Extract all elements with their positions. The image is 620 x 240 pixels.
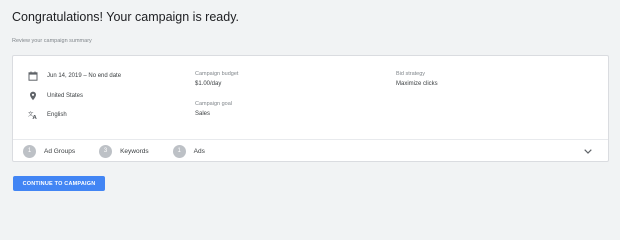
- card-divider: [13, 139, 608, 140]
- language-row: 文 A English: [28, 110, 67, 120]
- bid-strategy-label: Bid strategy: [396, 71, 426, 77]
- count-label: Ad Groups: [44, 147, 76, 155]
- svg-text:A: A: [33, 115, 38, 120]
- bid-strategy-value: Maximize clicks: [396, 81, 438, 87]
- budget-value: $1.00/day: [195, 81, 222, 87]
- page-title: Congratulations! Your campaign is ready.: [12, 10, 239, 24]
- date-range-text: Jun 14, 2019 – No end date: [47, 73, 122, 79]
- page-subtitle: Review your campaign summary: [12, 38, 92, 44]
- location-row: United States: [28, 91, 83, 101]
- count-badge: 1: [23, 144, 36, 158]
- chevron-down-icon[interactable]: [584, 147, 592, 155]
- budget-label: Campaign budget: [195, 71, 239, 77]
- count-label: Keywords: [120, 147, 149, 155]
- count-badge: 3: [99, 144, 113, 158]
- location-text: United States: [47, 93, 84, 99]
- keywords-count[interactable]: 3 Keywords: [99, 144, 149, 158]
- calendar-icon: [28, 71, 38, 81]
- count-badge: 1: [172, 144, 186, 158]
- ads-count[interactable]: 1 Ads: [172, 144, 205, 158]
- campaign-summary-card: Jun 14, 2019 – No end date United States…: [12, 55, 609, 162]
- ad-groups-count[interactable]: 1 Ad Groups: [23, 144, 76, 158]
- campaign-counts: 1 Ad Groups 3 Keywords 1 Ads: [23, 144, 229, 158]
- continue-to-campaign-button[interactable]: CONTINUE TO CAMPAIGN: [13, 176, 105, 191]
- translate-icon: 文 A: [28, 110, 38, 120]
- goal-label: Campaign goal: [195, 101, 232, 107]
- language-text: English: [47, 112, 67, 118]
- count-label: Ads: [193, 147, 205, 155]
- location-pin-icon: [28, 91, 38, 101]
- goal-value: Sales: [195, 111, 211, 117]
- date-row: Jun 14, 2019 – No end date: [28, 71, 121, 81]
